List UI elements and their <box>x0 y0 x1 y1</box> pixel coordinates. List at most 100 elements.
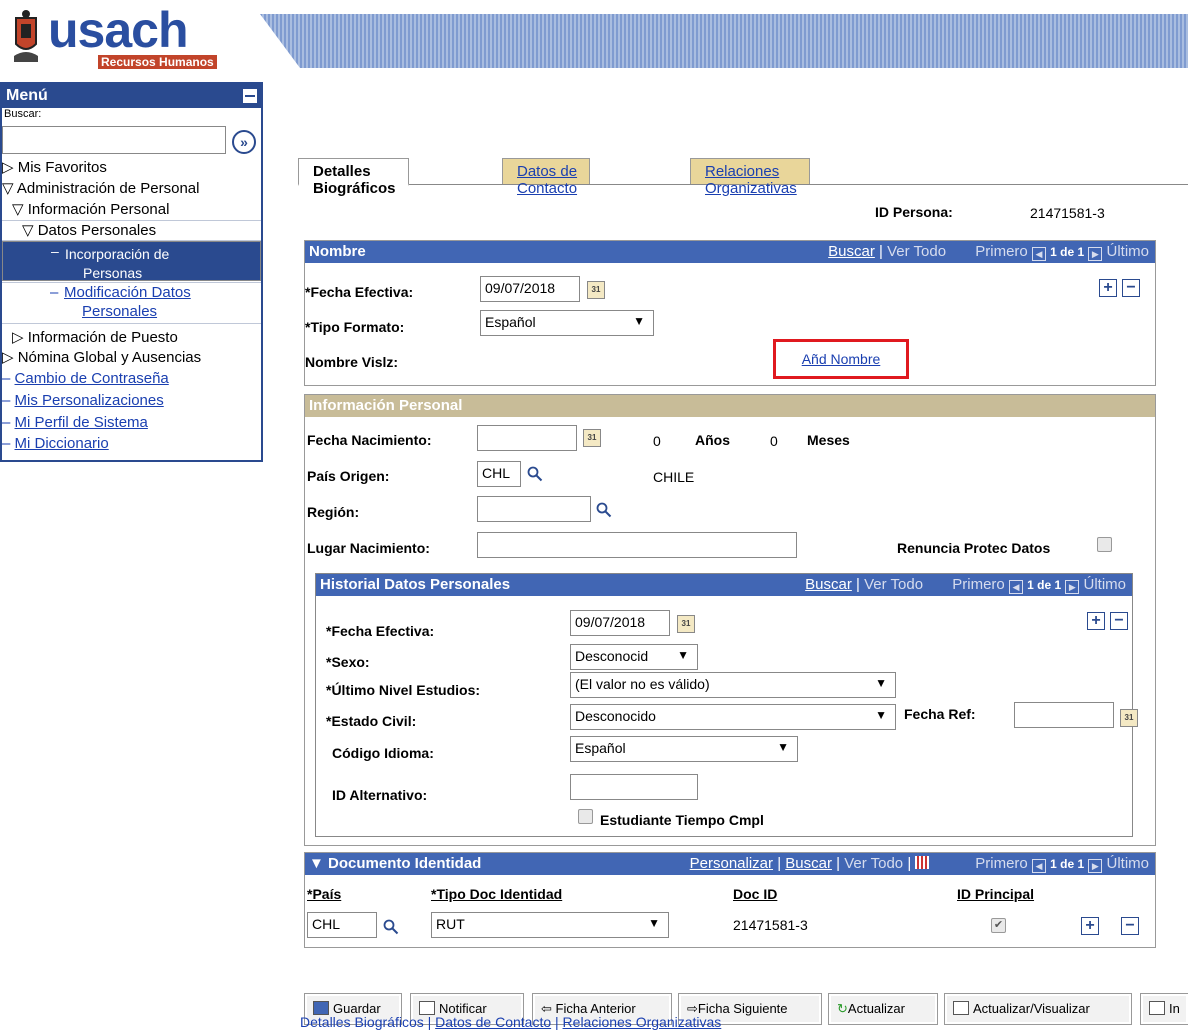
historial-count: 1 de 1 <box>1027 578 1062 592</box>
menu-item-administracion[interactable]: ▽ Administración de Personal <box>2 179 261 198</box>
pais-origen-input[interactable]: CHL <box>477 461 521 487</box>
footer-links: Detalles Biográficos | Datos de Contacto… <box>300 1014 722 1030</box>
delete-row-button[interactable]: − <box>1110 612 1128 630</box>
dropdown-arrow-icon: ▼ <box>633 314 645 328</box>
next-icon[interactable]: ▶ <box>1065 580 1080 594</box>
menu-item-cambio-contrasena[interactable]: – Cambio de Contraseña <box>2 369 261 388</box>
lugar-nacimiento-input[interactable] <box>477 532 797 558</box>
add-row-button[interactable]: + <box>1087 612 1105 630</box>
add-row-button[interactable]: + <box>1099 279 1117 297</box>
triangle-down-icon: ▽ <box>12 201 28 218</box>
menu-item-info-personal[interactable]: ▽ Información Personal <box>2 200 261 219</box>
tab-datos-contacto[interactable]: Datos de Contacto <box>502 158 591 197</box>
next-icon[interactable]: ▶ <box>1088 859 1103 873</box>
meses-value: 0 <box>770 433 778 449</box>
dropdown-arrow-icon: ▼ <box>777 740 789 754</box>
tipo-doc-select[interactable]: RUT ▼ <box>431 912 669 938</box>
documento-buscar-link[interactable]: Buscar <box>785 855 832 872</box>
menu-search-input[interactable] <box>2 126 226 154</box>
menu-item-info-puesto[interactable]: ▷ Información de Puesto <box>2 328 261 347</box>
documento-ver-todo[interactable]: Ver Todo <box>844 855 903 872</box>
save-icon <box>313 1001 329 1015</box>
collapse-icon[interactable]: ▼ <box>309 855 328 872</box>
grid-icon[interactable] <box>915 856 930 869</box>
fecha-ref-input[interactable] <box>1014 702 1114 728</box>
id-principal-checkbox[interactable]: ✔ <box>991 918 1006 933</box>
renuncia-checkbox[interactable] <box>1097 537 1112 552</box>
calendar-icon[interactable]: 31 <box>677 615 695 633</box>
next-icon[interactable]: ▶ <box>1088 247 1103 261</box>
col-pais[interactable]: *País <box>307 886 341 902</box>
dropdown-arrow-icon: ▼ <box>648 916 660 930</box>
calendar-icon[interactable]: 31 <box>1120 709 1138 727</box>
nombre-ultimo[interactable]: Último <box>1106 243 1149 260</box>
col-doc-id[interactable]: Doc ID <box>733 886 777 902</box>
codigo-idioma-select[interactable]: Español ▼ <box>570 736 798 762</box>
actualizar-visualizar-button[interactable]: Actualizar/Visualizar <box>944 993 1132 1025</box>
sexo-select[interactable]: Desconocid ▼ <box>570 644 698 670</box>
personalizar-link[interactable]: Personalizar <box>690 855 773 872</box>
col-tipo-doc[interactable]: *Tipo Doc Identidad <box>431 886 562 902</box>
documento-primero[interactable]: Primero <box>975 855 1028 872</box>
historial-section: Historial Datos Personales Buscar | Ver … <box>315 573 1138 837</box>
fecha-nacimiento-input[interactable] <box>477 425 577 451</box>
delete-row-button[interactable]: − <box>1121 917 1139 935</box>
menu-item-mis-favoritos[interactable]: ▷ Mis Favoritos <box>2 158 261 177</box>
menu-item-personalizaciones[interactable]: – Mis Personalizaciones <box>2 391 261 410</box>
anos-label: Años <box>695 432 730 448</box>
calendar-icon[interactable]: 31 <box>583 429 601 447</box>
col-id-principal[interactable]: ID Principal <box>957 886 1034 902</box>
menu-item-modificacion[interactable]: – Modificación Datos Personales <box>2 282 261 324</box>
lookup-icon[interactable] <box>596 502 612 518</box>
estudiante-checkbox[interactable] <box>578 809 593 824</box>
codigo-idioma-label: Código Idioma: <box>332 745 434 761</box>
historial-buscar-link[interactable]: Buscar <box>805 576 852 593</box>
calendar-icon[interactable]: 31 <box>587 281 605 299</box>
nombre-ver-todo[interactable]: Ver Todo <box>887 243 946 260</box>
nombre-header: Nombre Buscar | Ver Todo Primero ◀ 1 de … <box>305 241 1155 263</box>
historial-ultimo[interactable]: Último <box>1083 576 1126 593</box>
doc-pais-input[interactable]: CHL <box>307 912 377 938</box>
prev-icon[interactable]: ◀ <box>1008 580 1023 594</box>
historial-ver-todo[interactable]: Ver Todo <box>864 576 923 593</box>
footer-link-detalles[interactable]: Detalles Biográficos <box>300 1014 424 1030</box>
tipo-formato-select[interactable]: Español ▼ <box>480 310 654 336</box>
sexo-label: *Sexo: <box>326 654 370 670</box>
nombre-title: Nombre <box>309 243 366 260</box>
historial-primero[interactable]: Primero <box>952 576 1005 593</box>
menu-item-nomina[interactable]: ▷ Nómina Global y Ausencias <box>2 348 261 367</box>
triangle-right-icon: ▷ <box>12 329 28 346</box>
add-row-button[interactable]: + <box>1081 917 1099 935</box>
fecha-efectiva-input[interactable]: 09/07/2018 <box>480 276 580 302</box>
prev-icon[interactable]: ◀ <box>1031 247 1046 261</box>
nivel-estudios-label: *Último Nivel Estudios: <box>326 682 481 698</box>
nombre-primero[interactable]: Primero <box>975 243 1028 260</box>
hist-fecha-input[interactable]: 09/07/2018 <box>570 610 670 636</box>
nombre-section: Nombre Buscar | Ver Todo Primero ◀ 1 de … <box>304 240 1156 386</box>
prev-icon[interactable]: ◀ <box>1031 859 1046 873</box>
lookup-icon[interactable] <box>383 919 399 935</box>
search-go-icon[interactable]: » <box>232 130 256 154</box>
tab-relaciones-organizativas[interactable]: Relaciones Organizativas <box>690 158 810 197</box>
footer-link-contacto[interactable]: Datos de Contacto <box>435 1014 551 1030</box>
minimize-icon[interactable] <box>243 89 257 103</box>
menu-item-incorporacion[interactable]: – Incorporación de Personas <box>2 241 261 281</box>
actualizar-button[interactable]: ↻Actualizar <box>828 993 938 1025</box>
delete-row-button[interactable]: − <box>1122 279 1140 297</box>
nivel-estudios-select[interactable]: (El valor no es válido) ▼ <box>570 672 896 698</box>
dropdown-arrow-icon: ▼ <box>677 648 689 662</box>
menu-item-perfil-sistema[interactable]: – Mi Perfil de Sistema <box>2 413 261 432</box>
nombre-buscar-link[interactable]: Buscar <box>828 243 875 260</box>
menu-item-diccionario[interactable]: – Mi Diccionario <box>2 434 261 453</box>
tab-detalles-biograficos[interactable]: Detalles Biográficos <box>298 158 409 197</box>
notify-icon <box>419 1001 435 1015</box>
estado-civil-select[interactable]: Desconocido ▼ <box>570 704 896 730</box>
documento-ultimo[interactable]: Último <box>1106 855 1149 872</box>
menu-item-datos-personales[interactable]: ▽ Datos Personales <box>2 220 261 241</box>
footer-link-relaciones[interactable]: Relaciones Organizativas <box>563 1014 722 1030</box>
add-nombre-link[interactable]: Añd Nombre <box>802 351 881 367</box>
region-input[interactable] <box>477 496 591 522</box>
lookup-icon[interactable] <box>527 466 543 482</box>
incluir-button[interactable]: In <box>1140 993 1188 1025</box>
id-alternativo-input[interactable] <box>570 774 698 800</box>
